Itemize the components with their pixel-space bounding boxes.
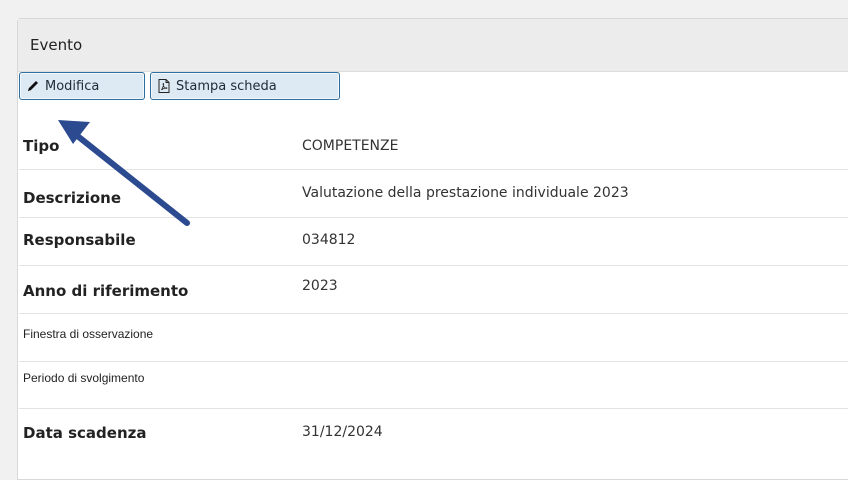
field-row-tipo: Tipo COMPETENZE [19, 125, 848, 170]
field-label: Data scadenza [23, 424, 147, 442]
toolbar: Modifica Stampa scheda [19, 72, 340, 100]
field-label: Tipo [23, 137, 60, 155]
pencil-icon [25, 78, 41, 94]
pdf-document-icon [156, 78, 172, 94]
field-label: Descrizione [23, 189, 122, 207]
field-label: Anno di riferimento [23, 282, 189, 300]
field-row-data-scadenza: Data scadenza 31/12/2024 [19, 408, 848, 456]
field-row-responsabile: Responsabile 034812 [19, 217, 848, 266]
field-value: Valutazione della prestazione individual… [302, 185, 629, 201]
edit-button-label: Modifica [45, 78, 100, 94]
field-row-finestra-osservazione: Finestra di osservazione [19, 313, 848, 362]
field-label: Finestra di osservazione [23, 327, 154, 341]
field-value: 2023 [302, 278, 338, 294]
field-row-periodo-svolgimento: Periodo di svolgimento [19, 361, 848, 409]
field-row-anno-riferimento: Anno di riferimento 2023 [19, 265, 848, 314]
field-value: 034812 [302, 232, 356, 248]
print-sheet-button[interactable]: Stampa scheda [150, 72, 340, 100]
field-value: 31/12/2024 [302, 424, 383, 440]
field-label: Responsabile [23, 231, 136, 249]
panel-title: Evento [18, 19, 848, 72]
field-row-descrizione: Descrizione Valutazione della prestazion… [19, 169, 848, 218]
field-label: Periodo di svolgimento [23, 371, 145, 385]
edit-button[interactable]: Modifica [19, 72, 145, 100]
print-sheet-button-label: Stampa scheda [176, 78, 277, 94]
field-value: COMPETENZE [302, 138, 399, 154]
